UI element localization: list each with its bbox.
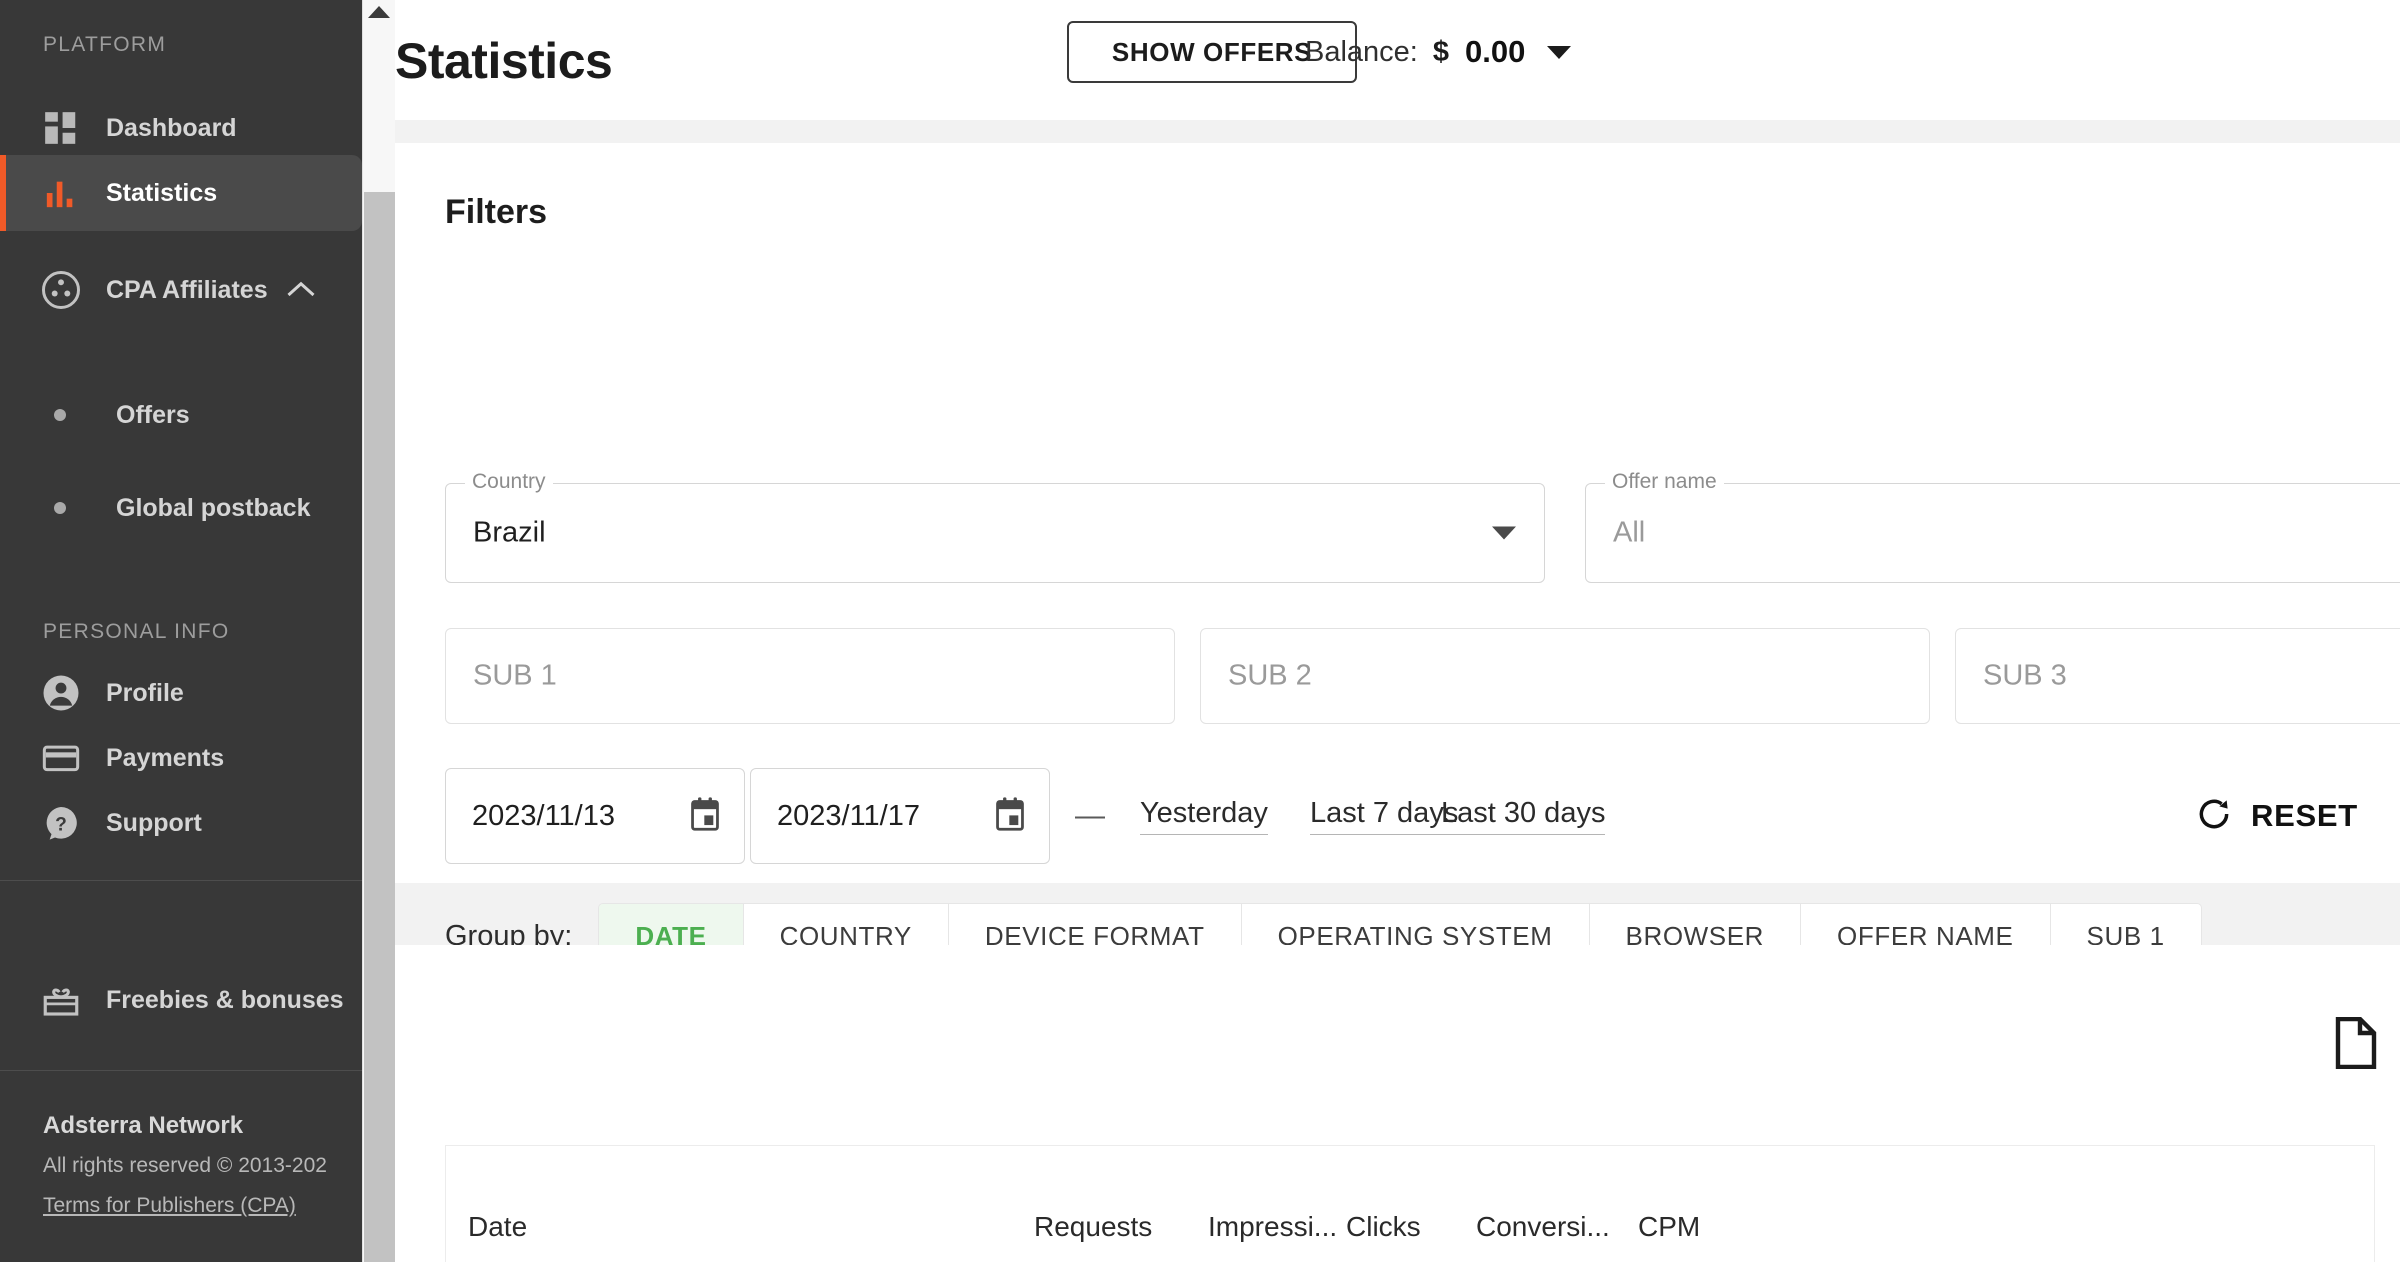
- sub1-input[interactable]: SUB 1: [445, 628, 1175, 724]
- sidebar-item-offers[interactable]: Offers: [0, 385, 362, 445]
- reset-label: RESET: [2251, 798, 2358, 833]
- sidebar-item-label: Statistics: [106, 178, 218, 207]
- date-to-value: 2023/11/17: [777, 799, 920, 832]
- app-root: PLATFORM Dashboard Statistics CPA Affili…: [0, 0, 2400, 1262]
- column-header-impressions[interactable]: Impressi...: [1208, 1211, 1337, 1243]
- offer-name-legend: Offer name: [1605, 471, 1724, 492]
- footer-terms-link[interactable]: Terms for Publishers (CPA): [43, 1194, 327, 1218]
- table-header-row: Date Requests Impressi... Clicks Convers…: [445, 1145, 2375, 1262]
- column-header-date[interactable]: Date: [468, 1211, 527, 1243]
- country-value: Brazil: [473, 516, 546, 549]
- sidebar-item-cpa-affiliates[interactable]: CPA Affiliates: [0, 252, 362, 328]
- sidebar-item-freebies-bonuses[interactable]: Freebies & bonuses: [0, 962, 362, 1038]
- sidebar-section-platform: PLATFORM: [43, 33, 167, 56]
- quick-range-label: Yesterday: [1140, 797, 1268, 835]
- calendar-icon[interactable]: [688, 796, 722, 837]
- refresh-icon: [2195, 795, 2233, 838]
- offer-name-select[interactable]: Offer name All: [1585, 471, 2400, 583]
- sub3-placeholder: SUB 3: [1983, 659, 2067, 692]
- sidebar-item-label: Offers: [116, 400, 190, 429]
- bullet-icon: [54, 409, 66, 421]
- chevron-up-icon[interactable]: [286, 280, 316, 300]
- affiliates-icon: [40, 269, 82, 311]
- table-card: Date Requests Impressi... Clicks Convers…: [395, 945, 2400, 1262]
- bullet-icon: [54, 502, 66, 514]
- sidebar-item-label: Support: [106, 808, 202, 837]
- filters-card: Filters Country Brazil Offer name All SU…: [395, 143, 2400, 969]
- date-from-value: 2023/11/13: [472, 799, 615, 832]
- calendar-icon[interactable]: [993, 796, 1027, 837]
- sidebar-divider: [0, 880, 362, 881]
- reset-button[interactable]: RESET: [2195, 768, 2358, 864]
- sub3-input[interactable]: SUB 3: [1955, 628, 2400, 724]
- scroll-up-arrow-icon[interactable]: [368, 6, 390, 18]
- quick-range-yesterday[interactable]: Yesterday: [1140, 768, 1268, 864]
- sidebar-item-freebies[interactable]: [0, 650, 362, 726]
- sub1-placeholder: SUB 1: [473, 659, 557, 692]
- footer-brand: Adsterra Network: [43, 1112, 244, 1139]
- sidebar-item-label: Dashboard: [106, 113, 237, 142]
- filters-heading: Filters: [445, 193, 548, 231]
- help-icon: ?: [40, 802, 82, 844]
- page-title: Statistics: [395, 33, 613, 89]
- column-header-conversions[interactable]: Conversi...: [1476, 1211, 1610, 1243]
- sidebar-item-statistics[interactable]: Statistics: [0, 155, 362, 231]
- balance-value: 0.00: [1465, 34, 1526, 69]
- quick-range-last-7-days[interactable]: Last 7 days: [1310, 768, 1459, 864]
- sidebar-item-label: CPA Affiliates: [106, 275, 268, 304]
- date-range-separator: —: [1075, 799, 1105, 832]
- balance-dropdown[interactable]: Balance: $ 0.00: [1305, 21, 1572, 83]
- column-header-cpm[interactable]: CPM: [1638, 1211, 1700, 1243]
- sidebar-item-label: Payments: [106, 743, 225, 772]
- sidebar-item-label: Freebies & bonuses: [106, 985, 344, 1014]
- country-legend: Country: [465, 471, 553, 492]
- top-bar: Statistics SHOW OFFERS Balance: $ 0.00: [395, 0, 2400, 120]
- date-to-input[interactable]: 2023/11/17: [750, 768, 1050, 864]
- country-select[interactable]: Country Brazil: [445, 471, 1545, 583]
- page-scrollbar[interactable]: [362, 0, 395, 1262]
- bar-chart-icon: [40, 172, 82, 214]
- sidebar-item-global-postback[interactable]: Global postback: [0, 478, 362, 538]
- sub2-input[interactable]: SUB 2: [1200, 628, 1930, 724]
- quick-range-label: Last 30 days: [1441, 797, 1606, 835]
- sidebar-section-personal-info: PERSONAL INFO: [43, 620, 230, 643]
- date-from-input[interactable]: 2023/11/13: [445, 768, 745, 864]
- quick-range-last-30-days[interactable]: Last 30 days: [1441, 768, 1606, 864]
- grid-icon: [40, 107, 82, 149]
- scrollbar-thumb[interactable]: [364, 192, 395, 1262]
- offer-name-value: All: [1613, 516, 1646, 549]
- chevron-down-icon[interactable]: [1492, 526, 1516, 540]
- quick-range-label: Last 7 days: [1310, 797, 1459, 835]
- column-header-requests[interactable]: Requests: [1034, 1211, 1152, 1243]
- gift-icon: [40, 979, 82, 1021]
- sidebar-item-support[interactable]: ? Support: [0, 785, 362, 861]
- chevron-down-icon[interactable]: [1547, 45, 1572, 59]
- sidebar-item-label: Global postback: [116, 493, 311, 522]
- main-content: Statistics SHOW OFFERS Balance: $ 0.00 F…: [395, 0, 2400, 1262]
- card-icon: [40, 737, 82, 779]
- sidebar: PLATFORM Dashboard Statistics CPA Affili…: [0, 0, 362, 1262]
- balance-label: Balance:: [1305, 35, 1418, 68]
- export-document-icon[interactable]: [2334, 1016, 2378, 1074]
- column-header-clicks[interactable]: Clicks: [1346, 1211, 1421, 1243]
- sub2-placeholder: SUB 2: [1228, 659, 1312, 692]
- balance-currency: $: [1432, 35, 1449, 68]
- footer-rights: All rights reserved © 2013-202: [43, 1154, 327, 1177]
- sidebar-divider: [0, 1070, 362, 1071]
- svg-text:?: ?: [55, 814, 67, 835]
- sidebar-footer: Adsterra Network All rights reserved © 2…: [43, 1112, 327, 1218]
